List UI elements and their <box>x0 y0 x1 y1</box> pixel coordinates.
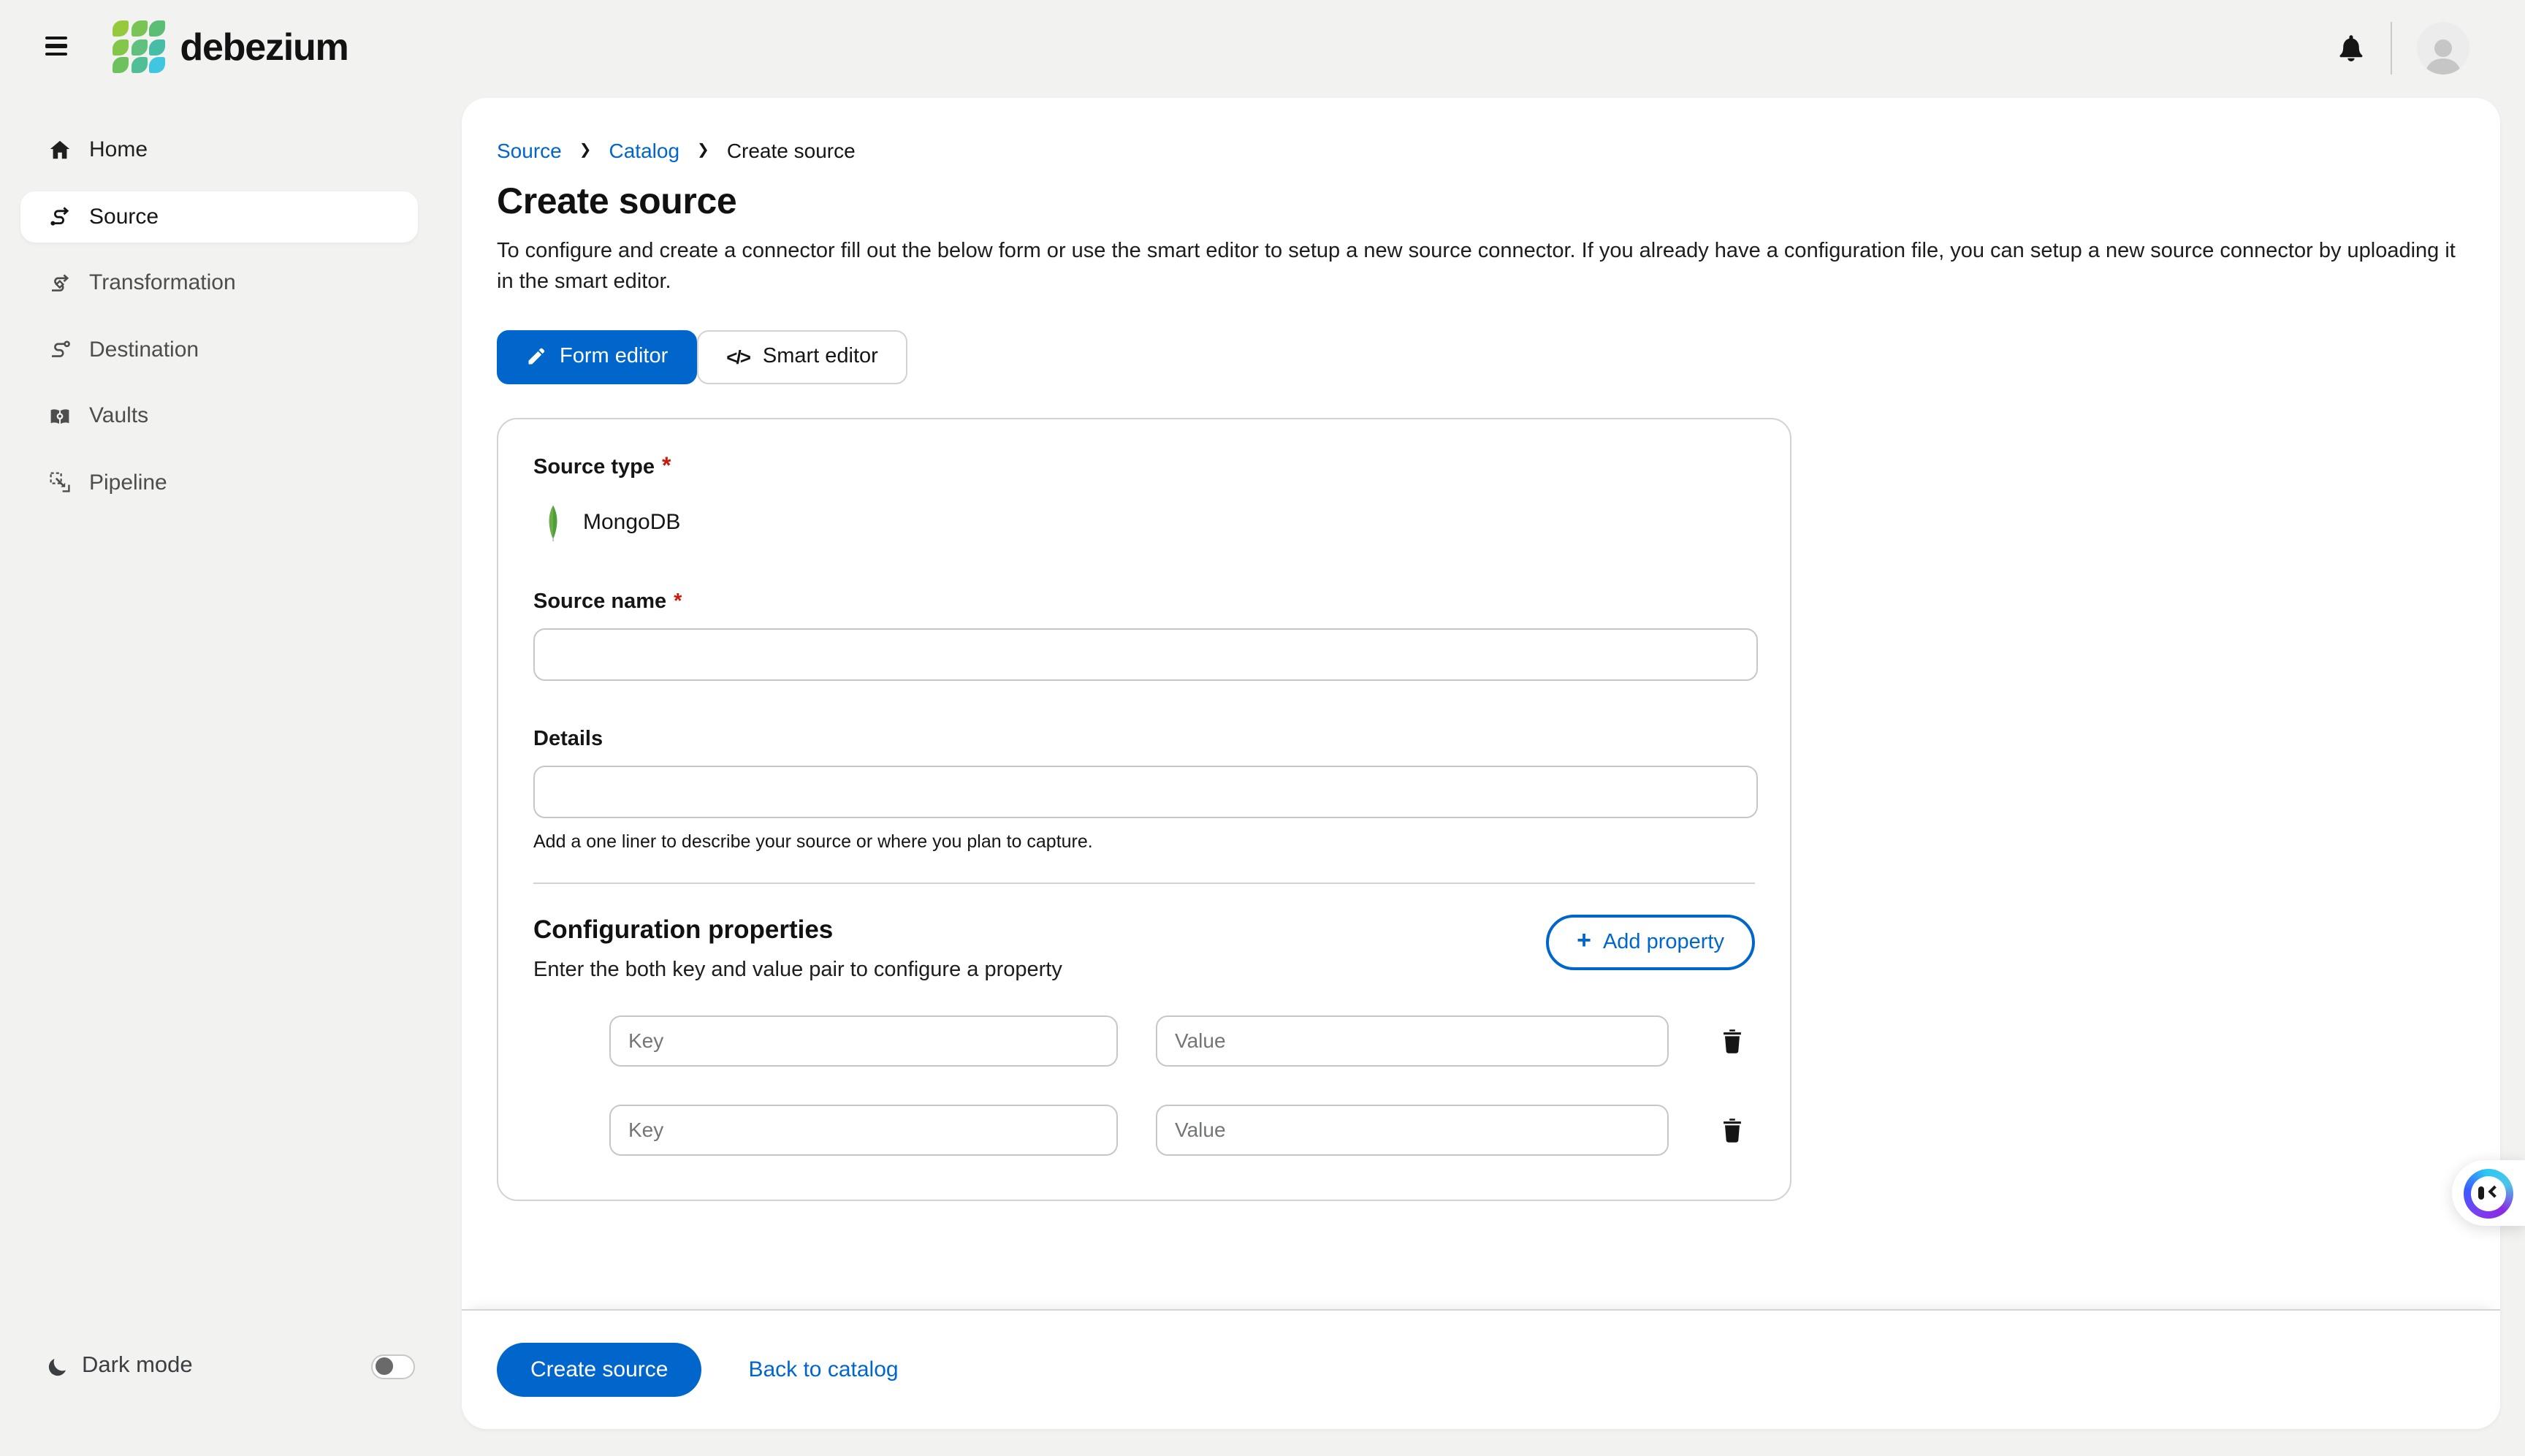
mongodb-leaf-icon <box>549 504 557 541</box>
config-properties-header: Configuration properties Enter the both … <box>533 914 1755 981</box>
breadcrumb-link-source[interactable]: Source <box>497 138 562 161</box>
header-actions <box>2337 0 2469 96</box>
plus-icon: + <box>1577 926 1591 954</box>
top-header: debezium <box>0 0 2525 96</box>
dark-mode-label: Dark mode <box>82 1353 193 1378</box>
sidebar-item-source[interactable]: Source <box>20 191 418 242</box>
delete-property-button[interactable] <box>1721 1028 1743 1053</box>
breadcrumb-link-catalog[interactable]: Catalog <box>609 138 680 161</box>
property-value-input[interactable] <box>1156 1104 1669 1156</box>
property-value-input[interactable] <box>1156 1015 1669 1067</box>
app-name: debezium <box>180 24 349 69</box>
property-key-input[interactable] <box>609 1015 1118 1067</box>
trash-icon <box>1724 1029 1741 1053</box>
trash-icon <box>1724 1118 1741 1142</box>
property-rows <box>533 1015 1755 1156</box>
breadcrumb: Source ❯ Catalog ❯ Create source <box>497 138 2462 161</box>
hamburger-menu-button[interactable] <box>45 37 67 56</box>
delete-property-button[interactable] <box>1721 1117 1743 1142</box>
details-helper-text: Add a one liner to describe your source … <box>533 831 1093 852</box>
pipeline-icon <box>50 472 70 492</box>
chevron-right-icon: ❯ <box>697 142 709 159</box>
source-form-card: Source type * MongoDB Source name * Detail… <box>497 417 1791 1201</box>
sidebar-item-label: Source <box>89 204 159 229</box>
breadcrumb-current: Create source <box>726 138 856 161</box>
notifications-button[interactable] <box>2337 34 2366 63</box>
source-name-label: Source name <box>533 590 667 614</box>
tab-label: Form editor <box>560 345 669 369</box>
details-input[interactable] <box>533 765 1758 818</box>
source-type-label: Source type <box>533 455 655 479</box>
pencil-icon <box>528 348 545 365</box>
property-row <box>533 1015 1755 1067</box>
sidebar-item-label: Home <box>89 137 148 162</box>
header-divider <box>2391 22 2392 75</box>
form-footer: Create source Back to catalog <box>462 1308 2500 1428</box>
moon-icon <box>48 1357 66 1376</box>
details-label: Details <box>533 727 603 751</box>
source-name-field-label: Source name * <box>533 590 1755 613</box>
source-type-value: MongoDB <box>583 510 681 535</box>
assistant-widget[interactable] <box>2452 1160 2525 1226</box>
property-row <box>533 1104 1755 1156</box>
sidebar-item-destination[interactable]: Destination <box>20 324 418 375</box>
sidebar-item-vaults[interactable]: Vaults <box>20 390 418 441</box>
required-asterisk: * <box>662 454 671 479</box>
source-type-field: Source type * MongoDB <box>533 454 1755 546</box>
source-icon <box>50 207 69 226</box>
tab-label: Smart editor <box>762 345 878 369</box>
bell-icon <box>2339 35 2363 62</box>
assistant-icon <box>2464 1168 2513 1218</box>
chevron-right-icon: ❯ <box>579 142 592 159</box>
config-properties-title: Configuration properties <box>533 914 834 944</box>
app-root: debezium Home Source Transformation Dest… <box>0 0 2525 1456</box>
required-asterisk: * <box>674 590 682 614</box>
sidebar-item-label: Vaults <box>89 403 149 428</box>
tab-form-editor[interactable]: Form editor <box>497 329 698 384</box>
sidebar-item-home[interactable]: Home <box>20 124 418 175</box>
sidebar-item-label: Pipeline <box>89 470 167 495</box>
sidebar-item-label: Transformation <box>89 270 236 295</box>
source-type-value-row: MongoDB <box>533 499 1755 546</box>
create-source-button[interactable]: Create source <box>497 1342 702 1396</box>
page-title: Create source <box>497 180 737 221</box>
home-icon <box>50 140 70 159</box>
section-divider <box>533 882 1755 884</box>
page-description: To configure and create a connector fill… <box>497 239 2456 294</box>
property-key-input[interactable] <box>609 1104 1118 1156</box>
assistant-eye <box>2488 1184 2500 1197</box>
dark-mode-toggle[interactable] <box>371 1354 415 1379</box>
sidebar-item-label: Destination <box>89 337 199 362</box>
config-properties-subtitle: Enter the both key and value pair to con… <box>533 958 1062 982</box>
sidebar-item-transformation[interactable]: Transformation <box>20 257 418 308</box>
transformation-icon <box>52 273 69 291</box>
page-content: Source ❯ Catalog ❯ Create source Create … <box>462 97 2500 1308</box>
assistant-eye <box>2478 1186 2484 1200</box>
dark-mode-row: Dark mode <box>47 1353 415 1379</box>
sidebar-item-pipeline[interactable]: Pipeline <box>20 457 418 508</box>
tab-smart-editor[interactable]: </> Smart editor <box>697 329 907 384</box>
add-property-label: Add property <box>1602 930 1724 954</box>
debezium-logo-icon <box>113 20 166 74</box>
editor-tabs: Form editor </> Smart editor <box>497 329 2462 384</box>
code-icon: </> <box>726 346 751 368</box>
main-card: Source ❯ Catalog ❯ Create source Create … <box>462 97 2500 1428</box>
assistant-face <box>2471 1175 2506 1211</box>
destination-icon <box>52 340 70 357</box>
sidebar: Home Source Transformation Destination V… <box>0 124 438 523</box>
add-property-button[interactable]: + Add property <box>1546 914 1755 970</box>
debezium-logo: debezium <box>113 20 349 74</box>
back-to-catalog-link[interactable]: Back to catalog <box>748 1357 898 1381</box>
person-icon <box>2426 39 2461 75</box>
vaults-icon <box>50 408 69 424</box>
config-properties-titles: Configuration properties Enter the both … <box>533 914 1062 981</box>
source-name-input[interactable] <box>533 628 1758 681</box>
toggle-knob <box>376 1357 393 1375</box>
user-avatar[interactable] <box>2417 22 2469 75</box>
